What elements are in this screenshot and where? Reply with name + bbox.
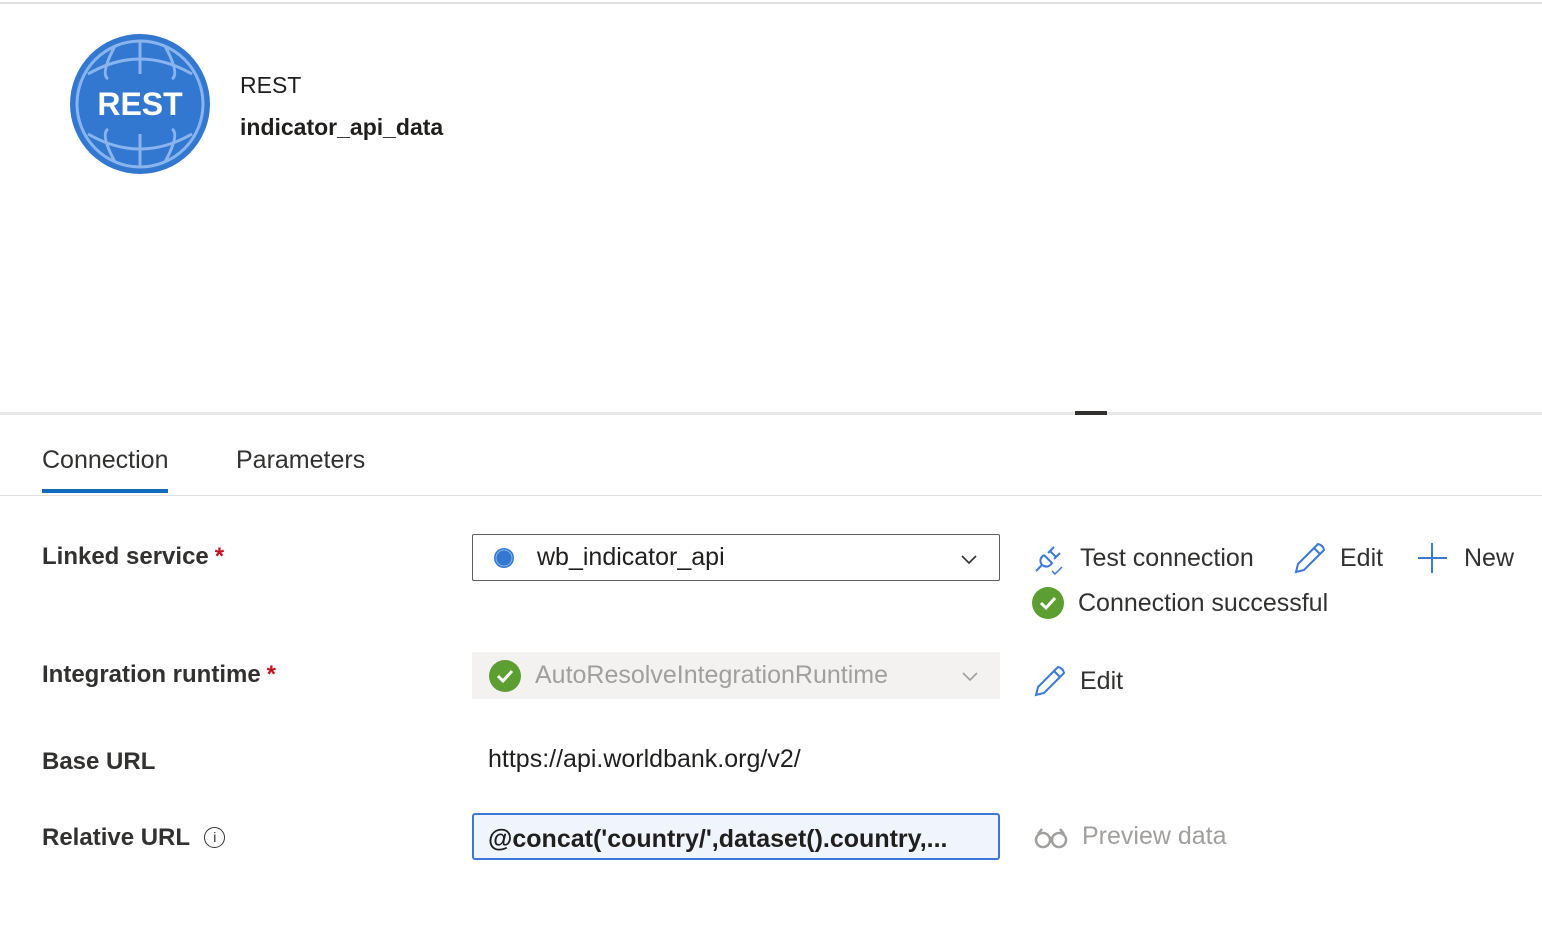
success-check-icon bbox=[1032, 587, 1064, 619]
integration-runtime-label: Integration runtime * bbox=[42, 661, 277, 688]
chevron-down-icon bbox=[962, 672, 978, 682]
chevron-down-icon bbox=[961, 555, 977, 565]
base-url-label: Base URL bbox=[42, 748, 156, 775]
rest-small-icon bbox=[494, 547, 514, 568]
plug-check-icon bbox=[1035, 546, 1063, 575]
dataset-type: REST bbox=[240, 72, 302, 98]
edit-linked-service-button[interactable]: Edit bbox=[1292, 541, 1383, 575]
tab-connection[interactable]: Connection bbox=[42, 446, 169, 493]
edit-integration-runtime-button[interactable]: Edit bbox=[1032, 664, 1123, 698]
connection-status: Connection successful bbox=[1032, 587, 1328, 619]
integration-runtime-value: AutoResolveIntegrationRuntime bbox=[535, 661, 888, 689]
pencil-icon bbox=[1034, 665, 1066, 697]
integration-runtime-dropdown[interactable]: AutoResolveIntegrationRuntime bbox=[472, 652, 1000, 699]
tab-parameters[interactable]: Parameters bbox=[236, 446, 365, 489]
success-check-icon bbox=[489, 659, 521, 692]
relative-url-input[interactable]: @concat('country/',dataset().country,... bbox=[472, 813, 1000, 860]
rest-globe-logo: REST bbox=[70, 34, 210, 174]
pencil-icon bbox=[1294, 542, 1326, 574]
dataset-name: indicator_api_data bbox=[240, 114, 444, 140]
glasses-icon bbox=[1034, 827, 1068, 848]
preview-data-button[interactable]: Preview data bbox=[1034, 822, 1227, 851]
new-linked-service-button[interactable]: New bbox=[1416, 541, 1514, 575]
test-connection-button[interactable]: Test connection bbox=[1032, 541, 1254, 575]
linked-service-value: wb_indicator_api bbox=[537, 543, 725, 571]
tab-bar: Connection Parameters bbox=[0, 430, 1542, 496]
pane-splitter[interactable] bbox=[0, 412, 1542, 415]
svg-text:REST: REST bbox=[97, 86, 183, 122]
splitter-handle[interactable] bbox=[1075, 411, 1107, 415]
plus-icon bbox=[1418, 543, 1447, 573]
relative-url-label: Relative URL i bbox=[42, 824, 226, 852]
linked-service-label: Linked service * bbox=[42, 543, 225, 570]
linked-service-dropdown[interactable]: wb_indicator_api bbox=[472, 534, 1000, 581]
info-icon[interactable]: i bbox=[204, 827, 226, 848]
base-url-value: https://api.worldbank.org/v2/ bbox=[488, 745, 801, 773]
top-border bbox=[0, 2, 1542, 4]
